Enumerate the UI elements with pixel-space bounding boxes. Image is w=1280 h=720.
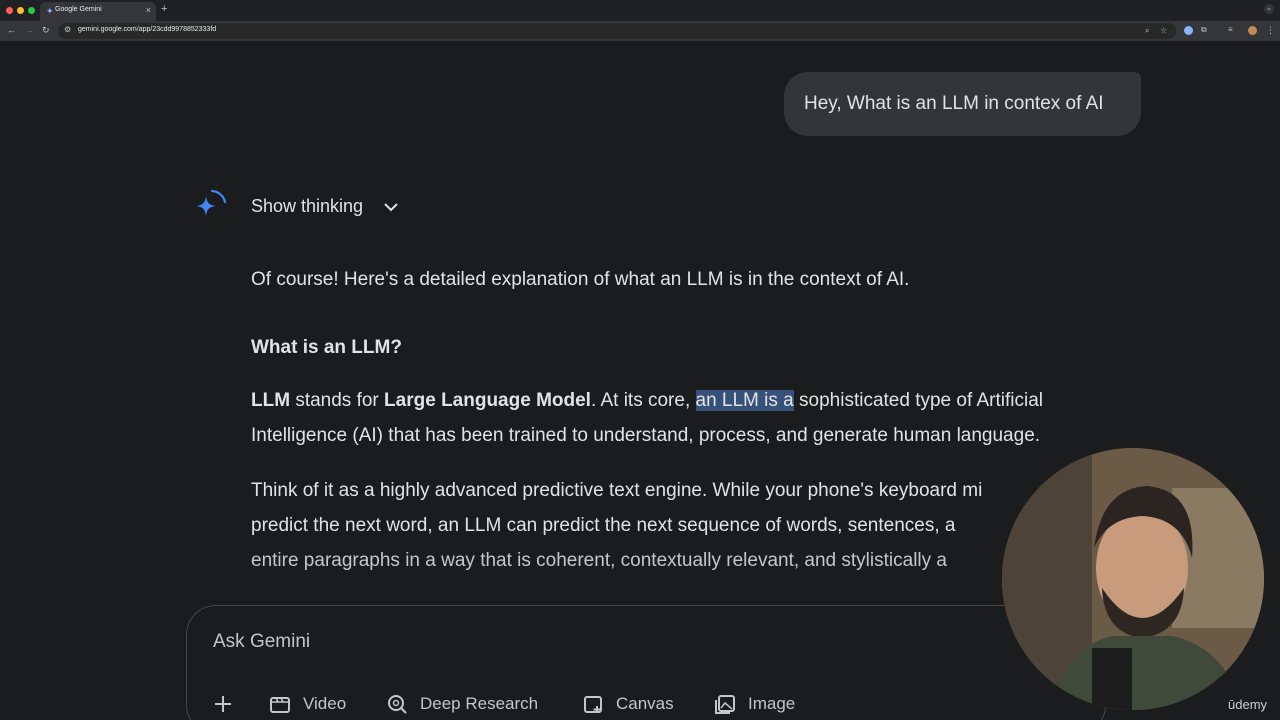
maximize-window-button[interactable] — [28, 7, 35, 14]
stands-for-text: stands for — [290, 390, 385, 411]
presenter-video-image — [1002, 448, 1264, 710]
deep-research-tool-button[interactable]: Deep Research — [420, 694, 538, 714]
browser-menu-icon[interactable]: ⋮ — [1266, 25, 1275, 36]
browser-tab-bar: ✦ Google Gemini × + ⌄ — [0, 0, 1280, 21]
core-text-before: . At its core, — [590, 390, 696, 411]
term-full-name: Large Language Model — [384, 390, 591, 411]
video-icon[interactable] — [269, 694, 291, 714]
selected-text-highlight[interactable]: an LLM is a — [695, 390, 794, 411]
browser-tab[interactable]: ✦ Google Gemini × — [40, 2, 156, 21]
response-paragraph-2-line-3: entire paragraphs in a way that is coher… — [251, 550, 947, 571]
response-paragraph-2-line-1: Think of it as a highly advanced predict… — [251, 480, 983, 501]
profile-avatar[interactable] — [1248, 26, 1257, 35]
image-tool-button[interactable]: Image — [748, 694, 795, 714]
deep-research-icon[interactable] — [386, 694, 408, 714]
prompt-input-placeholder[interactable]: Ask Gemini — [213, 631, 310, 653]
response-paragraph-1-line-1: LLM stands for Large Language Model. At … — [251, 390, 1043, 412]
term-llm: LLM — [251, 390, 291, 411]
webcam-overlay — [1002, 448, 1264, 710]
gemini-favicon-icon: ✦ — [46, 6, 54, 16]
response-paragraph-1-line-2: Intelligence (AI) that has been trained … — [251, 425, 1041, 446]
zoom-icon[interactable]: ⌕ — [1145, 26, 1149, 36]
canvas-tool-button[interactable]: Canvas — [616, 694, 674, 714]
close-window-button[interactable] — [6, 7, 13, 14]
tab-search-icon[interactable]: ⌄ — [1264, 4, 1274, 14]
new-tab-icon[interactable]: + — [161, 3, 167, 15]
extensions-puzzle-icon[interactable]: ⧉ — [1201, 25, 1207, 35]
extension-icon[interactable] — [1184, 26, 1193, 35]
forward-icon[interactable]: → — [25, 25, 34, 35]
video-tool-button[interactable]: Video — [303, 694, 346, 714]
browser-toolbar: ← → ↻ ⚙ gemini.google.com/app/23cdd99788… — [0, 21, 1280, 41]
canvas-icon[interactable] — [583, 694, 605, 714]
show-thinking-button[interactable]: Show thinking — [251, 196, 363, 217]
tab-close-icon[interactable]: × — [146, 5, 151, 15]
url-text: gemini.google.com/app/23cdd9978852333fd — [78, 26, 217, 33]
minimize-window-button[interactable] — [17, 7, 24, 14]
response-paragraph-2-line-2: predict the next word, an LLM can predic… — [251, 515, 956, 536]
chevron-down-icon[interactable] — [382, 198, 400, 216]
image-icon[interactable] — [714, 694, 736, 714]
media-icon[interactable]: ≡ — [1228, 25, 1233, 34]
response-heading: What is an LLM? — [251, 337, 402, 358]
tab-title: Google Gemini — [55, 6, 102, 13]
add-icon[interactable] — [212, 694, 234, 714]
reload-icon[interactable]: ↻ — [42, 25, 50, 36]
gemini-spark-icon — [196, 189, 227, 216]
udemy-watermark: ūdemy — [1228, 697, 1268, 712]
bookmark-star-icon[interactable]: ☆ — [1160, 26, 1167, 35]
site-info-icon[interactable]: ⚙ — [64, 25, 71, 34]
response-intro: Of course! Here's a detailed explanation… — [251, 269, 910, 290]
user-message-bubble: Hey, What is an LLM in contex of AI — [784, 72, 1141, 136]
core-text-after: sophisticated type of Artificial — [793, 390, 1043, 411]
back-icon[interactable]: ← — [7, 25, 16, 35]
address-bar[interactable]: ⚙ gemini.google.com/app/23cdd9978852333f… — [58, 23, 1176, 39]
user-message-text: Hey, What is an LLM in contex of AI — [804, 93, 1104, 114]
